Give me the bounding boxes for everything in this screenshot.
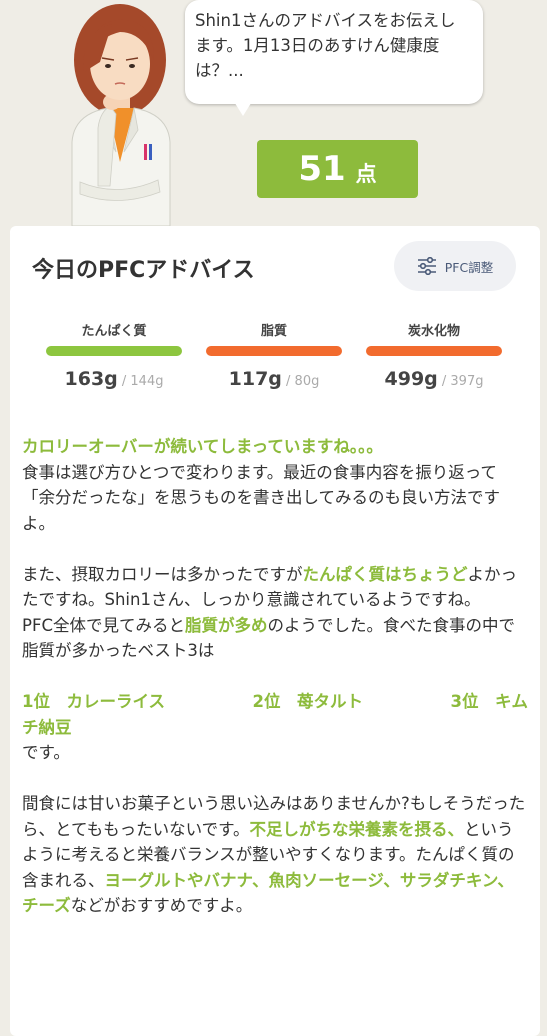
advice-paragraph-ranking: 1位 カレーライス 2位 苺タルト 3位 キム チ納豆 です。 (22, 689, 528, 766)
macro-fat: 脂質 117g / 80g (206, 320, 342, 390)
advice-text-segment: また、摂取カロリーは多かったですが (22, 564, 303, 584)
advice-paragraph-2: また、摂取カロリーは多かったですがたんぱく質はちょうどよかったですね。Shin1… (22, 562, 528, 664)
speech-bubble-tail (233, 100, 253, 116)
score-unit: 点 (355, 162, 377, 186)
macro-target: / 80g (281, 374, 320, 389)
macro-label: 脂質 (260, 324, 287, 339)
rank-2: 2位 苺タルト (252, 692, 363, 711)
rank-3: 3位 キム (450, 692, 528, 711)
macro-bar (366, 346, 502, 356)
advisor-avatar (71, 4, 171, 226)
advice-paragraph-4: 間食には甘いお菓子という思い込みはありませんか?もしそうだったら、とてももったい… (22, 791, 528, 919)
pfc-adjust-label: PFC調整 (444, 259, 494, 275)
advice-headline: カロリーオーバーが続いてしまっていますね。。。 (22, 437, 383, 456)
macro-protein: たんぱく質 163g / 144g (46, 320, 182, 390)
advice-text-segment: です。 (22, 743, 70, 762)
advice-text-segment: PFC全体で見てみると (22, 615, 185, 635)
macro-bar (46, 346, 182, 356)
macro-value: 163g (64, 368, 118, 390)
rank-1: 1位 カレーライス (22, 692, 165, 711)
health-score-badge: 51 点 (257, 140, 418, 198)
macro-value-line: 163g / 144g (46, 368, 182, 390)
score-value: 51 (298, 149, 346, 189)
macro-value: 499g (384, 368, 438, 390)
advice-body: 食事は選び方ひとつで変わります。最近の食事内容を振り返って「余分だったな」を思う… (22, 462, 501, 533)
rank-3-continued: チ納豆 (22, 717, 72, 737)
macro-label: 炭水化物 (407, 324, 460, 339)
bubble-text: Shin1さんのアドバイスをお伝えします。1月13日のあすけん健康度は？... (195, 11, 456, 80)
advice-highlight: 脂質が多め (184, 615, 268, 635)
card-title: 今日のPFCアドバイス (32, 258, 255, 283)
advice-highlight: たんぱく質はちょうど (302, 564, 468, 584)
macro-label: たんぱく質 (81, 324, 147, 339)
advice-paragraph-1: カロリーオーバーが続いてしまっていますね。。。 食事は選び方ひとつで変わります。… (22, 434, 528, 536)
fat-ranking-row: 1位 カレーライス 2位 苺タルト 3位 キム (22, 689, 528, 715)
pfc-adjust-button[interactable]: PFC調整 (394, 241, 516, 291)
macro-value-line: 117g / 80g (206, 368, 342, 390)
macro-value-line: 499g / 397g (366, 368, 502, 390)
pfc-advice-card: 今日のPFCアドバイス PFC調整 たんぱく質 163g / 144g 脂質 1… (10, 226, 540, 1036)
sliders-icon (417, 257, 436, 275)
macro-value: 117g (228, 368, 282, 390)
macro-carbs: 炭水化物 499g / 397g (366, 320, 502, 390)
advice-speech-bubble[interactable]: Shin1さんのアドバイスをお伝えします。1月13日のあすけん健康度は？... (185, 0, 483, 104)
advice-highlight: 不足しがちな栄養素を摂る、 (249, 819, 465, 839)
advice-text-segment: などがおすすめですよ。 (70, 896, 253, 915)
header: Shin1さんのアドバイスをお伝えします。1月13日のあすけん健康度は？... … (0, 0, 547, 226)
advice-text: カロリーオーバーが続いてしまっていますね。。。 食事は選び方ひとつで変わります。… (22, 434, 528, 944)
macro-target: / 144g (117, 374, 164, 389)
macro-bar (206, 346, 342, 356)
macro-target: / 397g (437, 374, 484, 389)
